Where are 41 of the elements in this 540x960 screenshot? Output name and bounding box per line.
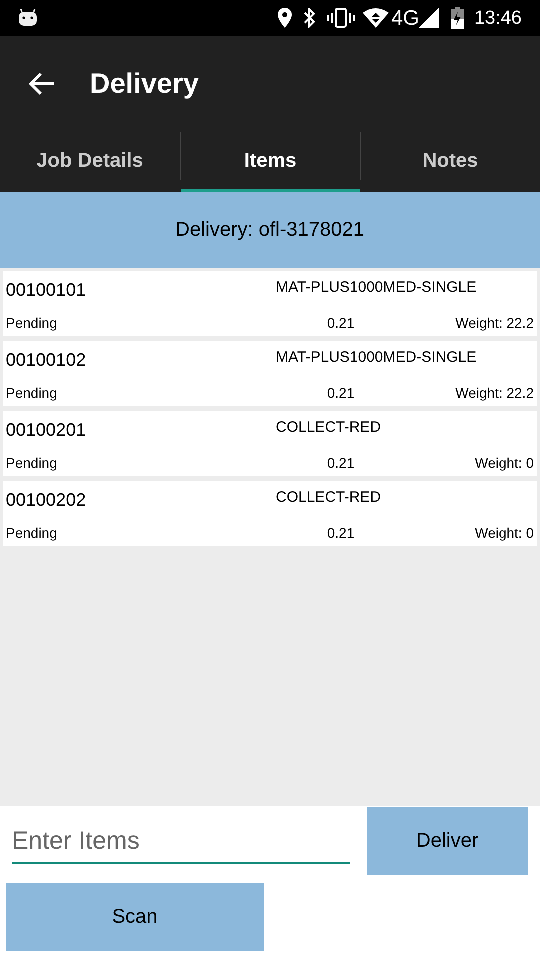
- item-weight: Weight: 0: [474, 524, 534, 543]
- screen-title: Delivery: [90, 67, 199, 101]
- wifi-icon: [363, 8, 390, 28]
- product-name: COLLECT-RED: [276, 488, 382, 508]
- product-name: MAT-PLUS1000MED-SINGLE: [276, 278, 477, 298]
- item-weight: Weight: 22.2: [454, 384, 534, 403]
- item-value: 0.21: [326, 524, 356, 543]
- network-type: 4G: [391, 8, 420, 28]
- item-code: 00100202: [6, 489, 88, 512]
- location-icon: [277, 8, 294, 28]
- vibrate-icon: [327, 8, 356, 28]
- item-row[interactable]: 00100101 MAT-PLUS1000MED-SINGLE Pending 0.21 Weight: 22.2: [3, 271, 537, 336]
- item-value: 0.21: [326, 314, 356, 333]
- product-name: MAT-PLUS1000MED-SINGLE: [276, 348, 477, 368]
- clock-time: 13:46: [474, 8, 522, 28]
- tab[interactable]: Notes: [361, 132, 540, 192]
- android-icon: [18, 9, 38, 27]
- items-input[interactable]: Enter Items: [12, 820, 350, 864]
- back-arrow-icon: [29, 72, 55, 96]
- item-status: Pending: [6, 454, 58, 473]
- battery-icon: [451, 7, 464, 29]
- item-value: 0.21: [326, 454, 356, 473]
- item-status: Pending: [6, 524, 58, 543]
- bluetooth-icon: [303, 8, 318, 28]
- item-weight: Weight: 0: [474, 454, 534, 473]
- item-status: Pending: [6, 314, 58, 333]
- signal-icon: [419, 8, 440, 28]
- item-code: 00100101: [6, 279, 88, 302]
- deliver-button[interactable]: Deliver: [367, 807, 528, 875]
- item-row[interactable]: 00100102 MAT-PLUS1000MED-SINGLE Pending 0.21 Weight: 22.2: [3, 341, 537, 406]
- item-row[interactable]: 00100202 COLLECT-RED Pending 0.21 Weight: 0: [3, 481, 537, 546]
- product-name: COLLECT-RED: [276, 418, 382, 438]
- item-code: 00100102: [6, 349, 88, 372]
- scan-button[interactable]: Scan: [6, 883, 264, 951]
- delivery-header: Delivery: ofl-3178021: [0, 192, 540, 268]
- tab[interactable]: Job Details: [0, 132, 180, 192]
- item-weight: Weight: 22.2: [454, 314, 534, 333]
- item-status: Pending: [6, 384, 58, 403]
- item-value: 0.21: [326, 384, 356, 403]
- item-row[interactable]: 00100201 COLLECT-RED Pending 0.21 Weight: 0: [3, 411, 537, 476]
- item-code: 00100201: [6, 419, 88, 442]
